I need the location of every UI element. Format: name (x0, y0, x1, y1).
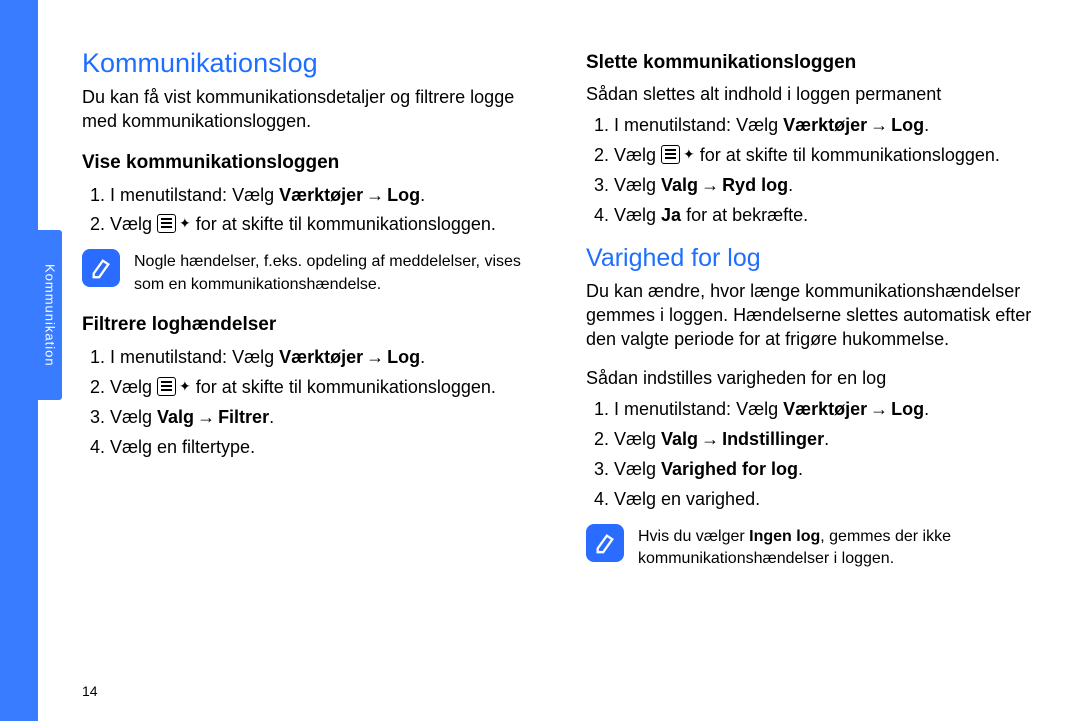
subheading-delete-log: Slette kommunikationsloggen (586, 52, 1040, 74)
switch-icon-combo: ✦ (661, 145, 695, 164)
subheading-view-log: Vise kommunikationsloggen (82, 152, 536, 174)
list-item: I menutilstand: Vælg Værktøjer→Log. (110, 182, 536, 210)
vertical-accent-bar (0, 0, 38, 721)
list-item: Vælg ✦ for at skifte til kommunikationsl… (110, 211, 536, 239)
switch-icon-combo: ✦ (157, 377, 191, 396)
subheading-filter: Filtrere loghændelser (82, 314, 536, 336)
sparkle-icon: ✦ (683, 147, 695, 161)
steps-view-log: I menutilstand: Vælg Værktøjer→Log. Vælg… (82, 182, 536, 240)
list-item: I menutilstand: Vælg Værktøjer→Log. (614, 112, 1040, 140)
list-icon (661, 145, 680, 164)
note-box: Nogle hændelser, f.eks. opdeling af medd… (82, 249, 536, 296)
intro-text: Sådan indstilles varigheden for en log (586, 366, 1040, 390)
list-icon (157, 377, 176, 396)
list-item: Vælg Valg→Indstillinger. (614, 426, 1040, 454)
list-item: Vælg ✦ for at skifte til kommunikationsl… (110, 374, 536, 402)
section-tab: Kommunikation (38, 230, 62, 400)
list-item: Vælg Valg→Ryd log. (614, 172, 1040, 200)
list-item: Vælg en varighed. (614, 486, 1040, 514)
intro-text: Du kan ændre, hvor længe kommunikationsh… (586, 279, 1040, 352)
column-left: Kommunikationslog Du kan få vist kommuni… (82, 48, 536, 701)
page-number: 14 (82, 683, 98, 699)
column-right: Slette kommunikationsloggen Sådan slette… (586, 48, 1040, 701)
list-icon (157, 214, 176, 233)
list-item: Vælg Ja for at bekræfte. (614, 202, 1040, 230)
steps-delete: I menutilstand: Vælg Værktøjer→Log. Vælg… (586, 112, 1040, 230)
list-item: Vælg Valg→Filtrer. (110, 404, 536, 432)
steps-filter: I menutilstand: Vælg Værktøjer→Log. Vælg… (82, 344, 536, 462)
heading-kommunikationslog: Kommunikationslog (82, 48, 536, 79)
note-text: Nogle hændelser, f.eks. opdeling af medd… (134, 249, 536, 296)
note-box: Hvis du vælger Ingen log, gemmes der ikk… (586, 524, 1040, 571)
section-tab-label: Kommunikation (43, 264, 58, 367)
steps-duration: I menutilstand: Vælg Værktøjer→Log. Vælg… (586, 396, 1040, 514)
note-icon (82, 249, 120, 287)
list-item: Vælg Varighed for log. (614, 456, 1040, 484)
sparkle-icon: ✦ (179, 379, 191, 393)
list-item: I menutilstand: Vælg Værktøjer→Log. (110, 344, 536, 372)
list-item: Vælg en filtertype. (110, 434, 536, 462)
page-content: Kommunikationslog Du kan få vist kommuni… (82, 48, 1040, 701)
heading-duration: Varighed for log (586, 244, 1040, 273)
intro-text: Sådan slettes alt indhold i loggen perma… (586, 82, 1040, 106)
sparkle-icon: ✦ (179, 216, 191, 230)
note-icon (586, 524, 624, 562)
list-item: Vælg ✦ for at skifte til kommunikationsl… (614, 142, 1040, 170)
intro-text: Du kan få vist kommunikationsdetaljer og… (82, 85, 536, 134)
switch-icon-combo: ✦ (157, 214, 191, 233)
note-text: Hvis du vælger Ingen log, gemmes der ikk… (638, 524, 1040, 571)
list-item: I menutilstand: Vælg Værktøjer→Log. (614, 396, 1040, 424)
